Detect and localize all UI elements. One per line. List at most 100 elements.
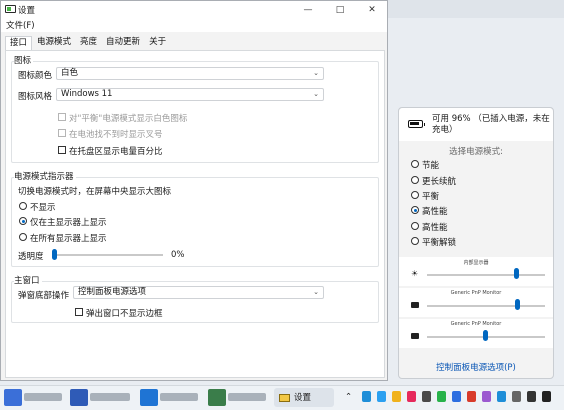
taskbar-app-label: [228, 393, 266, 401]
no-battery-x-checkbox[interactable]: [58, 129, 66, 137]
tray-icon[interactable]: [452, 391, 461, 402]
taskbar: 设置 ⌃: [0, 385, 564, 410]
mode-label[interactable]: 高性能: [422, 205, 448, 217]
taskbar-app-icon[interactable]: [140, 389, 158, 406]
monitor-icon: [411, 333, 419, 339]
menu-bar: 文件(F): [1, 18, 387, 32]
indicator-all-label: 在所有显示器上显示: [30, 234, 107, 244]
icon-style-select[interactable]: Windows 11 ⌄: [56, 88, 324, 101]
taskbar-app-label: [90, 393, 130, 401]
indicator-all-radio[interactable]: [19, 233, 27, 241]
mode-radio-selected[interactable]: [411, 206, 419, 214]
tray-icon[interactable]: [497, 391, 506, 402]
mode-label[interactable]: 更长续航: [422, 175, 456, 187]
icon-color-label: 图标颜色: [18, 71, 53, 81]
tab-interface[interactable]: 接口: [5, 36, 33, 51]
tab-strip: 接口 电源模式 亮度 自动更新 关于: [5, 36, 171, 51]
battery-status: 可用 96% （已插入电源，未在充电）: [432, 114, 550, 135]
sun-icon: ☀: [411, 269, 419, 278]
mode-label[interactable]: 节能: [422, 159, 439, 171]
mode-radio[interactable]: [411, 176, 419, 184]
maximize-button[interactable]: □: [325, 1, 355, 18]
brightness-slider-thumb[interactable]: [482, 330, 488, 341]
battery-app-icon: [5, 5, 16, 13]
taskbar-app-icon[interactable]: [70, 389, 88, 406]
indicator-desc: 切换电源模式时，在屏幕中央显示大图标: [18, 187, 172, 197]
mode-label[interactable]: 平衡: [422, 190, 439, 202]
chevron-down-icon: ⌄: [313, 69, 319, 77]
balanced-white-checkbox[interactable]: [58, 113, 66, 121]
brightness-row: 内部显示器 ☀: [399, 257, 553, 286]
tab-about[interactable]: 关于: [145, 36, 170, 49]
icon-section-title: 图标: [14, 54, 34, 66]
chevron-up-icon[interactable]: ⌃: [345, 392, 352, 402]
brightness-slider-thumb[interactable]: [513, 268, 519, 279]
main-window-section-title: 主窗口: [14, 274, 42, 286]
indicator-primary-radio[interactable]: [19, 217, 27, 225]
tray-icon[interactable]: [407, 391, 416, 402]
icon-style-value: Windows 11: [61, 89, 113, 99]
indicator-none-radio[interactable]: [19, 202, 27, 210]
taskbar-app-icon[interactable]: [4, 389, 22, 406]
no-battery-x-label: 在电池找不到时显示叉号: [69, 130, 163, 140]
brightness-slider-track[interactable]: [427, 274, 545, 276]
volume-icon[interactable]: [527, 391, 536, 402]
no-border-checkbox[interactable]: [75, 308, 83, 316]
taskbar-app-label: [160, 393, 198, 401]
tray-icon[interactable]: [437, 391, 446, 402]
tray-icon[interactable]: [422, 391, 431, 402]
taskbar-app-label: [24, 393, 62, 401]
close-button[interactable]: ✕: [357, 1, 387, 18]
power-options-link[interactable]: 控制面板电源选项(P): [399, 361, 553, 373]
icon-style-label: 图标风格: [18, 92, 53, 102]
flyout-action-value: 控制面板电源选项: [78, 287, 147, 297]
brightness-slider-track[interactable]: [427, 305, 545, 307]
opacity-label: 透明度: [18, 252, 44, 262]
mode-radio[interactable]: [411, 160, 419, 168]
chevron-down-icon: ⌄: [313, 288, 319, 296]
tab-auto-update[interactable]: 自动更新: [102, 36, 144, 49]
mode-radio[interactable]: [411, 222, 419, 230]
monitor-icon: [411, 302, 419, 308]
tray-icon[interactable]: [377, 391, 386, 402]
mode-label[interactable]: 平衡解锁: [422, 236, 456, 248]
tray-percent-label: 在托盘区显示电量百分比: [69, 147, 163, 157]
power-flyout: 可用 96% （已插入电源，未在充电） 选择电源模式: 节能 更长续航 平衡 高…: [398, 107, 554, 379]
tab-brightness[interactable]: 亮度: [76, 36, 101, 49]
taskbar-app-icon[interactable]: [208, 389, 226, 406]
icon-color-value: 白色: [61, 68, 79, 78]
chevron-down-icon: ⌄: [313, 90, 319, 98]
brightness-row: Generic PnP Monitor: [399, 288, 553, 317]
brightness-slider-thumb[interactable]: [514, 299, 520, 310]
tray-icon[interactable]: [392, 391, 401, 402]
battery-app-icon: [279, 394, 290, 402]
flyout-action-select[interactable]: 控制面板电源选项 ⌄: [73, 286, 324, 299]
display-label: 内部显示器: [463, 260, 489, 266]
battery-tray-icon[interactable]: [542, 391, 551, 402]
display-label: Generic PnP Monitor: [450, 321, 502, 327]
settings-window: 设置 — □ ✕ 文件(F) 接口 电源模式 亮度 自动更新 关于 图标 图标颜…: [0, 0, 388, 381]
brightness-row: Generic PnP Monitor: [399, 319, 553, 348]
icon-color-select[interactable]: 白色 ⌄: [56, 67, 324, 80]
mode-prompt: 选择电源模式:: [449, 147, 503, 157]
tray-percent-checkbox[interactable]: [58, 146, 66, 154]
tray-icon[interactable]: [362, 391, 371, 402]
tray-icon[interactable]: [467, 391, 476, 402]
opacity-value: 0%: [171, 250, 185, 260]
display-label: Generic PnP Monitor: [450, 290, 502, 296]
tray-icon[interactable]: [482, 391, 491, 402]
indicator-primary-label: 仅在主显示器上显示: [30, 218, 107, 228]
opacity-slider-thumb[interactable]: [52, 249, 57, 260]
mode-label[interactable]: 高性能: [422, 221, 448, 233]
flyout-header: 可用 96% （已插入电源，未在充电）: [399, 108, 553, 141]
indicator-section-title: 电源模式指示器: [14, 170, 76, 182]
minimize-button[interactable]: —: [293, 1, 323, 18]
mode-radio[interactable]: [411, 191, 419, 199]
title-bar[interactable]: 设置 — □ ✕: [1, 1, 387, 18]
mode-radio[interactable]: [411, 237, 419, 245]
menu-file[interactable]: 文件(F): [6, 19, 35, 31]
desktop-background: [386, 0, 564, 18]
tray-icon[interactable]: [512, 391, 521, 402]
opacity-slider-track[interactable]: [55, 254, 163, 256]
tab-power-mode[interactable]: 电源模式: [33, 36, 75, 49]
